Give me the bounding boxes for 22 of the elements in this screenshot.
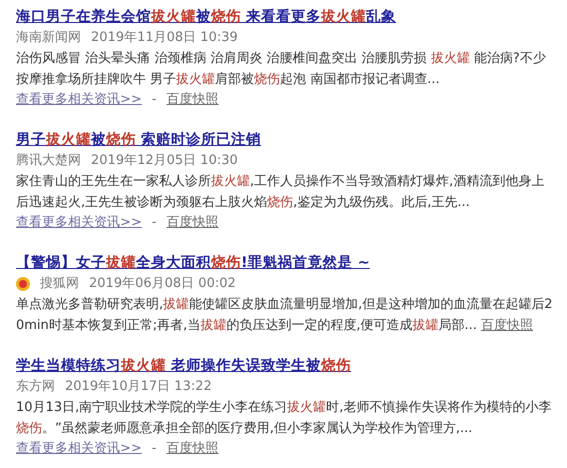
snapshot-link[interactable]: 百度快照 bbox=[166, 439, 218, 459]
result-summary: 治伤风感冒 治头晕头痛 治颈椎病 治肩周炎 治腰椎间盘突出 治腰肌劳损 拔火罐 能治病?不少按摩推拿场所挂牌吹牛 男子拔火罐肩部被烧伤起泡 南国都市报记者调查... bbox=[16, 50, 547, 89]
publish-time: 2019年06月08日 00:02 bbox=[89, 275, 236, 293]
source-name: 海南新闻网 bbox=[16, 29, 81, 47]
more-news-link[interactable]: 查看更多相关资讯>> bbox=[16, 439, 142, 459]
result-summary: 10月13日,南宁职业技术学院的学生小李在练习拔火罐时,老师不慎操作失误将作为模特的小李 烧伤。”虽然蒙老师愿意承担全部的医疗费用,但小李家属认为学校作为管理方,... bbox=[16, 399, 552, 438]
publish-time: 2019年12月05日 10:30 bbox=[91, 152, 238, 170]
source-name: 东方网 bbox=[16, 378, 55, 396]
snapshot-link[interactable]: 百度快照 bbox=[481, 318, 533, 333]
more-news-link[interactable]: 查看更多相关资讯>> bbox=[16, 90, 142, 110]
snapshot-link[interactable]: 百度快照 bbox=[166, 90, 218, 110]
publish-time: 2019年10月17日 13:22 bbox=[65, 378, 212, 396]
source-name: 腾讯大楚网 bbox=[16, 152, 81, 170]
result-summary: 单点激光多普勒研究表明,拔罐能使罐区皮肤血流量明显增加,但是这种增加的血流量在起罐后20min时基本恢复到正常;再者,当拔罐的负压达到一定的程度,便可造成拔罐局部... 百度快照 bbox=[16, 296, 554, 335]
separator: - bbox=[152, 91, 156, 109]
snapshot-link[interactable]: 百度快照 bbox=[166, 213, 218, 233]
more-news-link[interactable]: 查看更多相关资讯>> bbox=[16, 213, 142, 233]
result-summary: 家住青山的王先生在一家私人诊所拔火罐,工作人员操作不当导致酒精灯爆炸,酒精流到他身上后迅速起火,王先生被诊断为颈躯右上肢火焰烧伤,鉴定为九级伤残。此后,王先... bbox=[16, 173, 546, 212]
separator: - bbox=[152, 214, 156, 232]
separator: - bbox=[152, 440, 156, 458]
publish-time: 2019年11月08日 10:39 bbox=[91, 29, 238, 47]
source-name: 搜狐网 bbox=[40, 275, 79, 293]
